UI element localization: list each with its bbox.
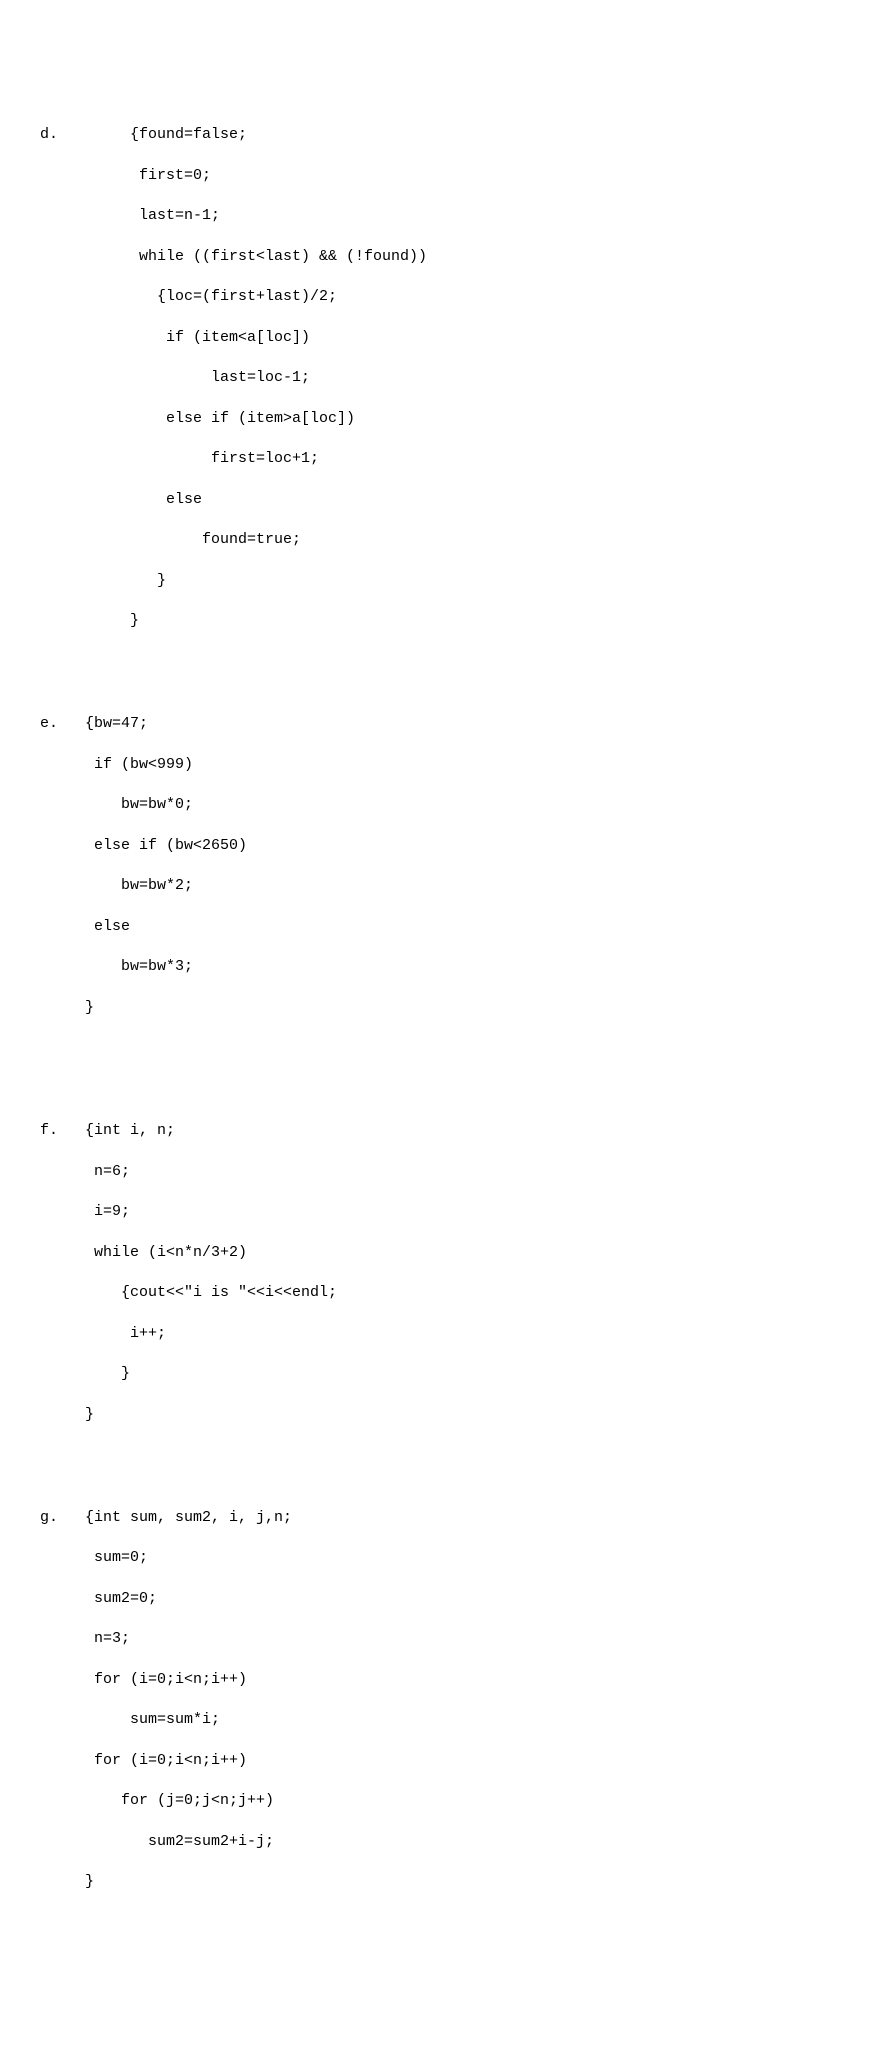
code-line: e. {bw=47; bbox=[40, 715, 148, 732]
code-line: while ((first<last) && (!found)) bbox=[40, 248, 427, 265]
code-line: sum2=0; bbox=[40, 1590, 157, 1607]
code-line: sum=sum*i; bbox=[40, 1711, 220, 1728]
code-line: i=9; bbox=[40, 1203, 130, 1220]
code-line: last=loc-1; bbox=[40, 369, 310, 386]
code-line: i++; bbox=[40, 1325, 166, 1342]
code-line: found=true; bbox=[40, 531, 301, 548]
code-line: g. {int sum, sum2, i, j,n; bbox=[40, 1509, 292, 1526]
code-line: else if (bw<2650) bbox=[40, 837, 247, 854]
code-block-e: e. {bw=47; if (bw<999) bw=bw*0; else if … bbox=[40, 694, 832, 1038]
code-line: bw=bw*2; bbox=[40, 877, 193, 894]
code-block-d: d. {found=false; first=0; last=n-1; whil… bbox=[40, 105, 832, 652]
code-line: while (i<n*n/3+2) bbox=[40, 1244, 247, 1261]
code-line: for (j=0;j<n;j++) bbox=[40, 1792, 274, 1809]
code-line: bw=bw*3; bbox=[40, 958, 193, 975]
code-block-g: g. {int sum, sum2, i, j,n; sum=0; sum2=0… bbox=[40, 1487, 832, 1912]
code-line: } bbox=[40, 999, 94, 1016]
code-line: sum2=sum2+i-j; bbox=[40, 1833, 274, 1850]
code-line: } bbox=[40, 612, 139, 629]
code-line: f. {int i, n; bbox=[40, 1122, 175, 1139]
code-line: sum=0; bbox=[40, 1549, 148, 1566]
code-line: if (item<a[loc]) bbox=[40, 329, 310, 346]
code-line: } bbox=[40, 1873, 94, 1890]
code-line: } bbox=[40, 1365, 130, 1382]
code-line: else if (item>a[loc]) bbox=[40, 410, 355, 427]
code-line: } bbox=[40, 1406, 94, 1423]
code-line: n=6; bbox=[40, 1163, 130, 1180]
code-line: last=n-1; bbox=[40, 207, 220, 224]
code-line: first=0; bbox=[40, 167, 211, 184]
code-line: for (i=0;i<n;i++) bbox=[40, 1752, 247, 1769]
code-line: for (i=0;i<n;i++) bbox=[40, 1671, 247, 1688]
code-line: bw=bw*0; bbox=[40, 796, 193, 813]
code-line: } bbox=[40, 572, 166, 589]
code-line: n=3; bbox=[40, 1630, 130, 1647]
code-line: else bbox=[40, 918, 130, 935]
code-line: first=loc+1; bbox=[40, 450, 319, 467]
code-line: {cout<<"i is "<<i<<endl; bbox=[40, 1284, 337, 1301]
code-block-f: f. {int i, n; n=6; i=9; while (i<n*n/3+2… bbox=[40, 1101, 832, 1445]
code-line: {loc=(first+last)/2; bbox=[40, 288, 337, 305]
code-line: if (bw<999) bbox=[40, 756, 193, 773]
code-line: else bbox=[40, 491, 202, 508]
code-line: d. {found=false; bbox=[40, 126, 247, 143]
